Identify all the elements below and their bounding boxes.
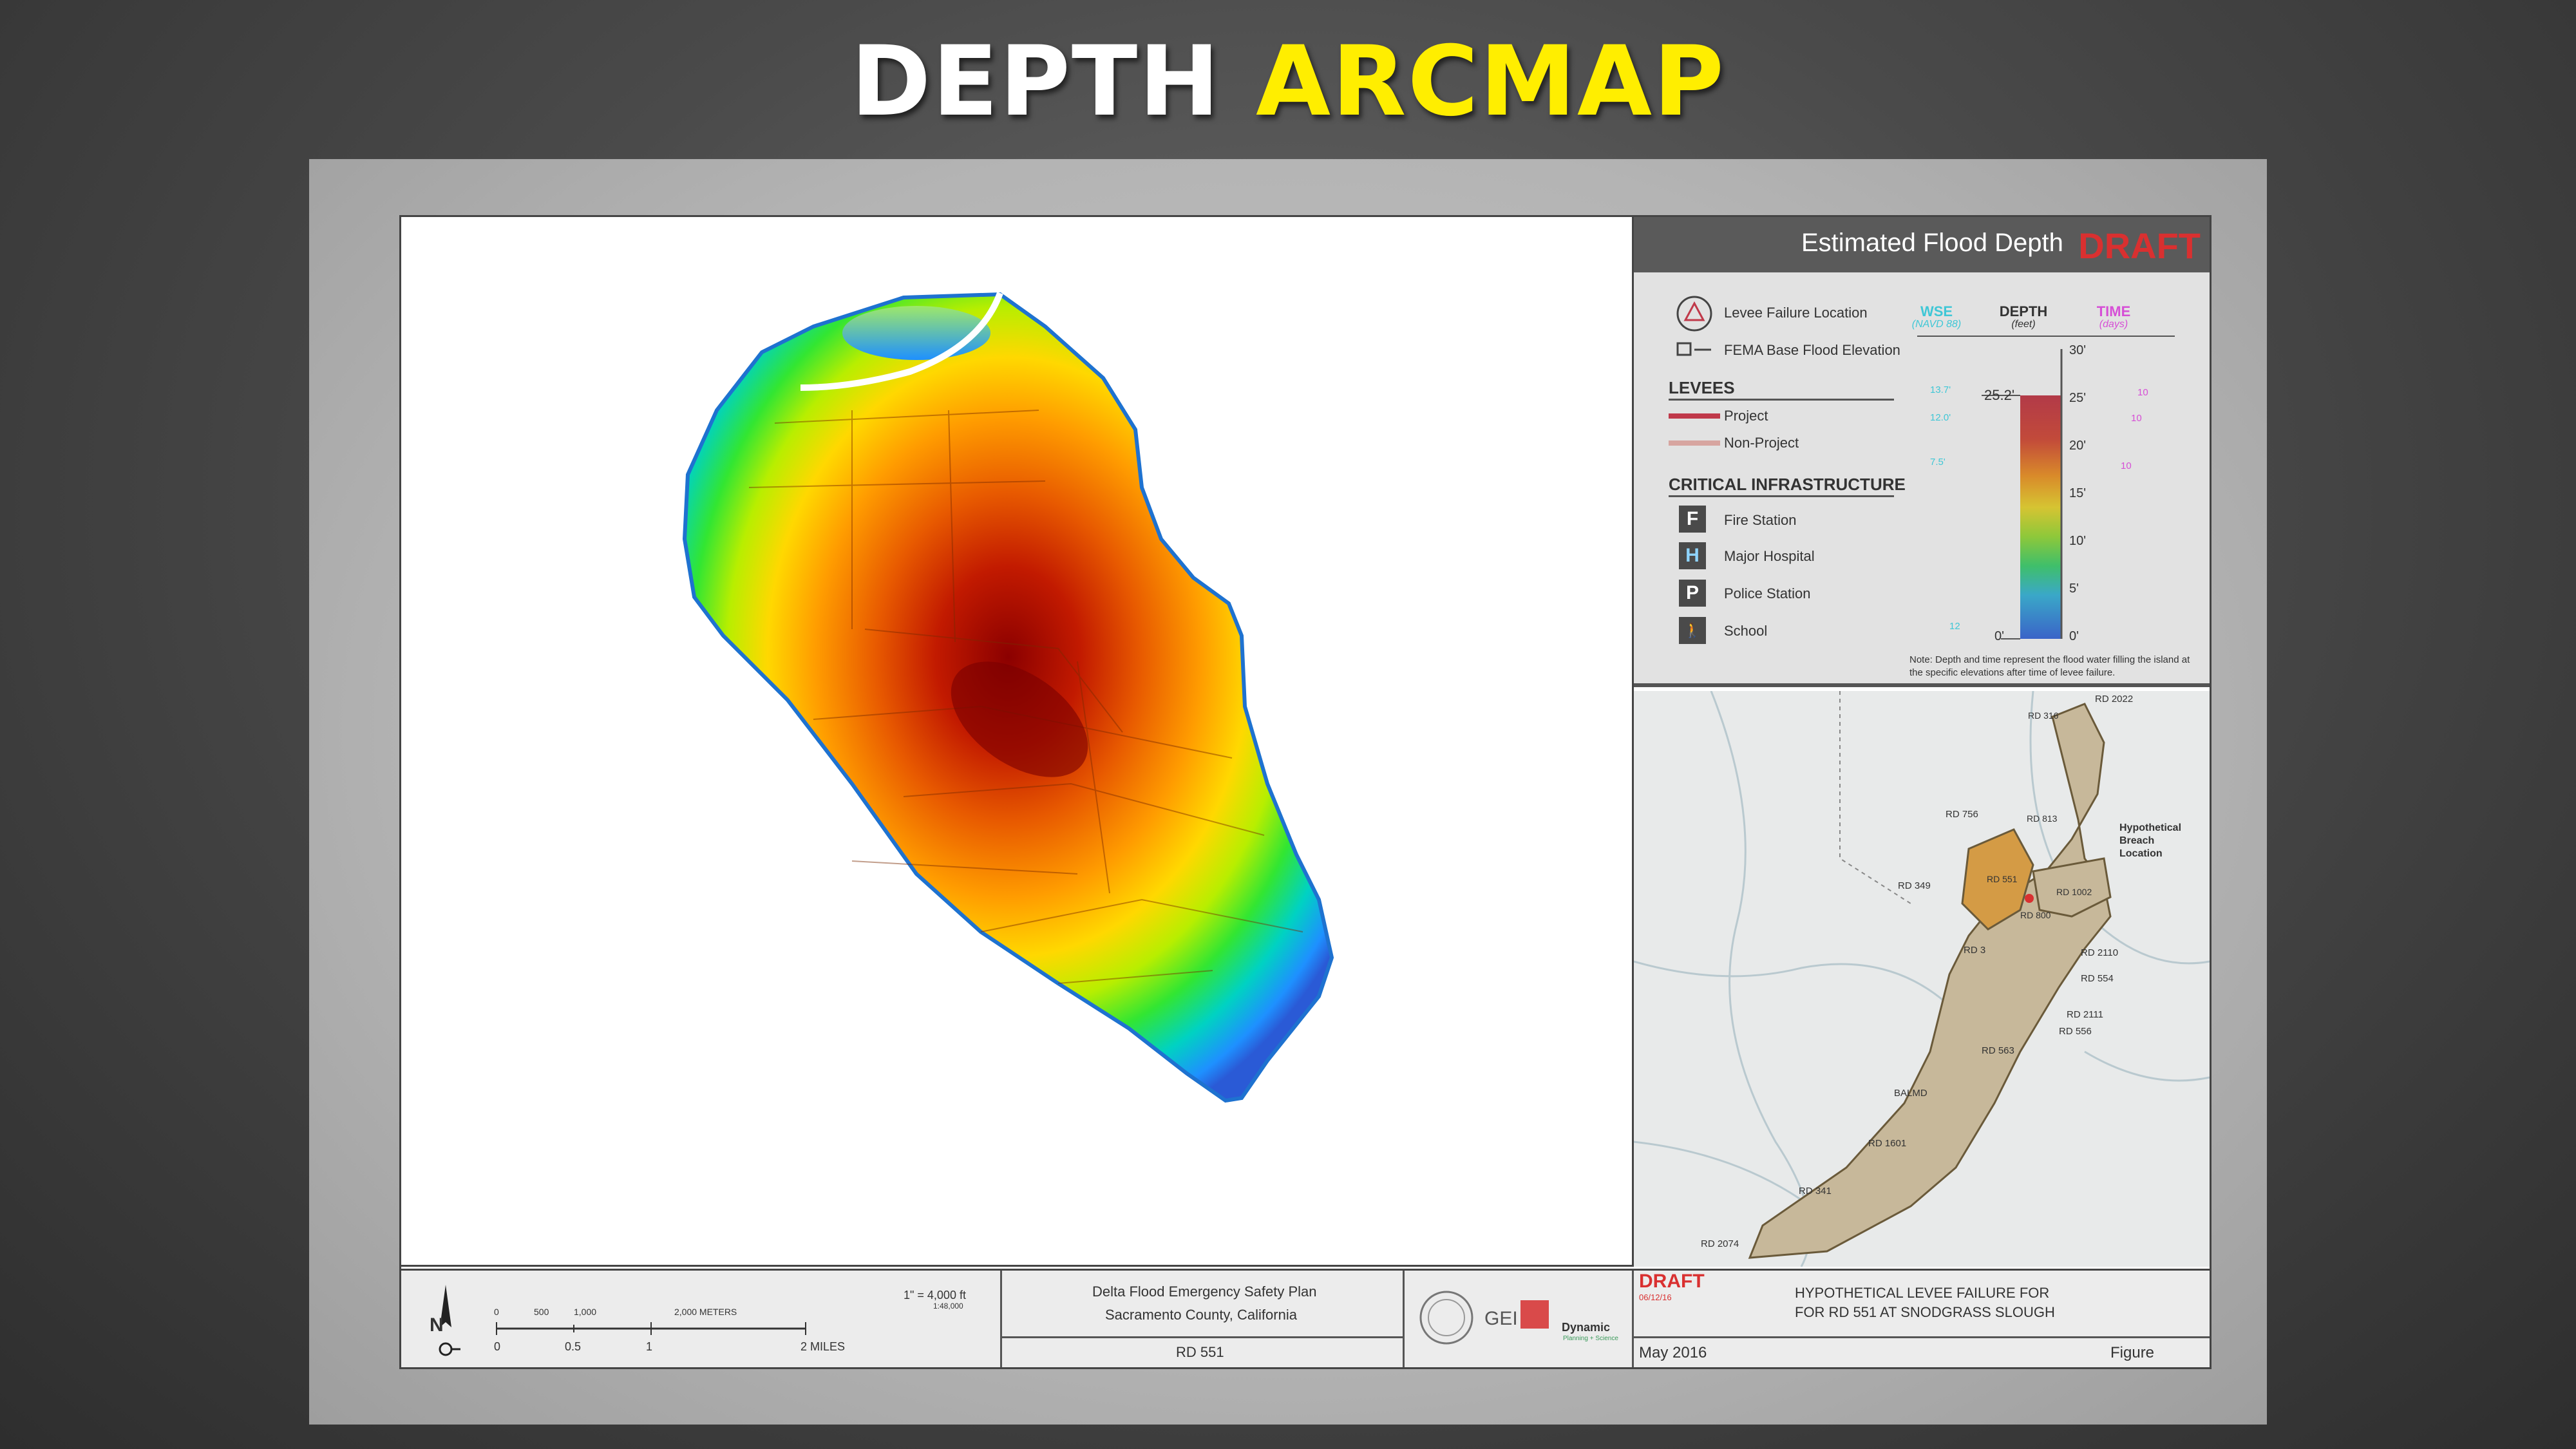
plan-divider — [1002, 1336, 1403, 1338]
dynamic-logo: Dynamic — [1562, 1321, 1611, 1334]
figure-description-1: HYPOTHETICAL LEVEE FAILURE FOR — [1795, 1285, 2050, 1301]
scale-bar — [496, 1322, 806, 1335]
logo-cell: GEI Dynamic Planning + Science — [1405, 1271, 1634, 1367]
map-layout-frame: Estimated Flood Depth DRAFT Levee Failur… — [399, 215, 2211, 1369]
depth-tick-0: 0' — [2069, 629, 2079, 643]
scale-m-0: 0 — [494, 1307, 499, 1317]
legend-note: Note: Depth and time represent the flood… — [1909, 654, 2190, 678]
depth-color-bar — [1982, 349, 2063, 639]
wse-value-2: 12.0' — [1930, 412, 1951, 423]
depth-raster — [682, 292, 1334, 1103]
wse-value-3: 7.5' — [1930, 457, 1946, 468]
figure-label: Figure — [2110, 1344, 2155, 1361]
depth-tick-10: 10' — [2069, 534, 2087, 548]
north-label: N — [430, 1314, 444, 1336]
scale-ratio: 1" = 4,000 ft — [904, 1289, 966, 1302]
depth-marker: 25.2' — [1984, 387, 2015, 403]
figure-date: May 2016 — [1639, 1344, 1707, 1361]
wse-value-1: 13.7' — [1930, 384, 1951, 395]
locator-map-graphic — [1634, 691, 2210, 1267]
slide-title: DEPTH ARCMAP — [0, 26, 2576, 138]
depth-tick-0-left: 0' — [1994, 629, 2004, 643]
scale-m-500: 500 — [534, 1307, 549, 1317]
depth-tick-5: 5' — [2069, 582, 2079, 596]
plan-rd: RD 551 — [1176, 1344, 1224, 1360]
loc-label-rd563: RD 563 — [1982, 1045, 2014, 1056]
loc-label-rd349: RD 349 — [1898, 880, 1931, 891]
loc-label-rd556: RD 556 — [2059, 1026, 2092, 1037]
scale-m-1000: 1,000 — [574, 1307, 597, 1317]
slide-title-yellow: ARCMAP — [1256, 26, 1725, 138]
loc-label-rd3: RD 3 — [1964, 945, 1986, 956]
scale-mi-05: 0.5 — [565, 1340, 582, 1353]
loc-label-rd813: RD 813 — [2027, 813, 2058, 824]
titleblock-draft: DRAFT — [1639, 1271, 1705, 1292]
time-value-2: 10 — [2131, 413, 2142, 424]
legend-panel: Estimated Flood Depth DRAFT Levee Failur… — [1634, 217, 2210, 687]
depth-tick-30: 30' — [2069, 343, 2087, 357]
title-block: N 1" = 4,000 ft 1:48,000 0 500 1,000 2,0… — [401, 1269, 2210, 1367]
loc-label-rd554: RD 554 — [2081, 973, 2114, 984]
figure-divider — [1634, 1336, 2210, 1338]
loc-label-rd1002: RD 1002 — [2056, 887, 2092, 897]
locator-map[interactable]: RD 2022 RD 316 RD 756 RD 813 Hypothetica… — [1634, 691, 2210, 1267]
loc-label-hypothetical: Hypothetical — [2119, 822, 2182, 833]
loc-label-rd2074: RD 2074 — [1701, 1238, 1739, 1249]
depth-tick-25: 25' — [2069, 391, 2087, 405]
loc-label-rd756: RD 756 — [1946, 809, 1978, 820]
loc-label-rd551: RD 551 — [1987, 874, 2018, 884]
gei-logo: GEI — [1484, 1308, 1518, 1329]
scale-mi-1: 1 — [646, 1340, 653, 1353]
loc-label-rd2111: RD 2111 — [2067, 1009, 2103, 1020]
depth-tick-20: 20' — [2069, 439, 2087, 453]
depth-map-view[interactable] — [401, 217, 1634, 1267]
time-value-3: 10 — [2121, 460, 2132, 471]
rd-region — [1748, 703, 2112, 1259]
time-value-1: 10 — [2137, 387, 2148, 398]
figure-description-2: FOR RD 551 AT SNODGRASS SLOUGH — [1795, 1304, 2055, 1320]
depth-tick-15: 15' — [2069, 486, 2087, 500]
scale-m-2000: 2,000 METERS — [674, 1307, 737, 1317]
loc-label-rd800: RD 800 — [2020, 910, 2051, 920]
north-lake — [842, 306, 990, 360]
loc-label-rd2110: RD 2110 — [2081, 947, 2119, 958]
wse-value-4: 12 — [1949, 621, 1960, 632]
scale-ratio-sub: 1:48,000 — [933, 1302, 963, 1311]
loc-label-rd2022: RD 2022 — [2095, 694, 2134, 705]
loc-label-rd1601: RD 1601 — [1868, 1138, 1907, 1149]
loc-label-location: Location — [2119, 848, 2163, 859]
breach-marker — [2025, 894, 2034, 903]
loc-label-breach: Breach — [2119, 835, 2155, 846]
scale-mi-0: 0 — [494, 1340, 501, 1353]
slide-title-white: DEPTH — [851, 26, 1221, 138]
plan-line-1: Delta Flood Emergency Safety Plan — [1092, 1283, 1317, 1300]
scale-mi-2: 2 MILES — [800, 1340, 846, 1353]
gei-logo-mark — [1520, 1300, 1549, 1329]
loc-label-rd341: RD 341 — [1799, 1186, 1832, 1197]
figure-cell: DRAFT 06/12/16 HYPOTHETICAL LEVEE FAILUR… — [1634, 1271, 2210, 1367]
plan-cell: Delta Flood Emergency Safety Plan Sacram… — [1002, 1271, 1405, 1367]
dynamic-logo-sub: Planning + Science — [1563, 1335, 1618, 1342]
county-boundary — [1839, 691, 1911, 904]
titleblock-draft-date: 06/12/16 — [1639, 1293, 1672, 1302]
loc-label-balmd: BALMD — [1894, 1088, 1927, 1099]
scale-cell: N 1" = 4,000 ft 1:48,000 0 500 1,000 2,0… — [401, 1271, 1002, 1367]
county-seal-logo — [1419, 1291, 1473, 1345]
loc-label-rd316: RD 316 — [2028, 710, 2059, 721]
plan-line-2: Sacramento County, California — [1105, 1307, 1297, 1323]
